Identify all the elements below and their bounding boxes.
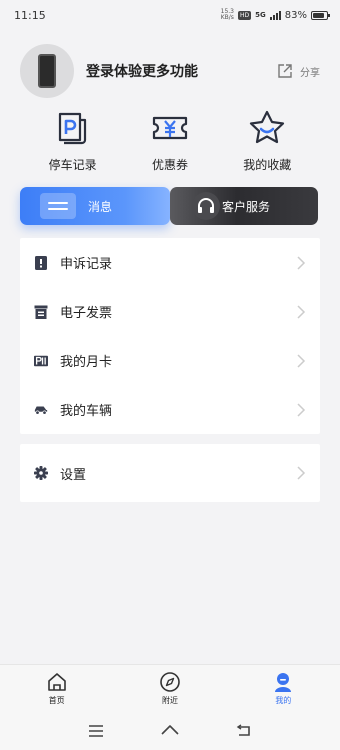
chevron-right-icon bbox=[297, 466, 306, 480]
network-speed: 15.3 KB/s bbox=[221, 9, 234, 21]
coupon-button[interactable]: 优惠券 bbox=[130, 108, 210, 173]
car-icon bbox=[34, 403, 48, 417]
status-time: 11:15 bbox=[14, 8, 46, 22]
menu-item-appeal[interactable]: 申诉记录 bbox=[20, 238, 320, 287]
coupon-icon bbox=[150, 108, 190, 148]
appeal-icon bbox=[34, 255, 48, 270]
battery-fill bbox=[313, 12, 324, 18]
customer-service-label: 客户服务 bbox=[222, 199, 271, 214]
back-icon[interactable] bbox=[235, 724, 253, 738]
headset-icon bbox=[192, 192, 220, 220]
home-button-icon[interactable] bbox=[160, 723, 180, 739]
primary-buttons: 消息 客户服务 bbox=[20, 187, 320, 227]
chevron-right-icon bbox=[297, 402, 306, 417]
nav-label: 首页 bbox=[48, 696, 65, 705]
nav-nearby[interactable]: 附近 bbox=[140, 671, 200, 706]
message-button[interactable]: 消息 bbox=[20, 187, 170, 225]
user-icon bbox=[275, 673, 292, 692]
menu-item-monthly-card[interactable]: 我的月卡 bbox=[20, 336, 320, 385]
quick-label: 优惠券 bbox=[151, 158, 188, 172]
status-indicators: 15.3 KB/s HD 5G 83% bbox=[221, 9, 330, 21]
invoice-icon bbox=[34, 305, 48, 319]
menu-item-invoice[interactable]: 电子发票 bbox=[20, 287, 320, 336]
share-button[interactable]: 分享 bbox=[276, 62, 320, 80]
parking-record-button[interactable]: 停车记录 bbox=[33, 108, 113, 173]
monthly-card-icon bbox=[34, 354, 48, 368]
menu-label: 电子发票 bbox=[60, 306, 113, 321]
phone-avatar-icon bbox=[38, 54, 56, 88]
menu-icon[interactable] bbox=[87, 724, 105, 738]
menu-item-vehicles[interactable]: 我的车辆 bbox=[20, 385, 320, 434]
status-bar: 11:15 15.3 KB/s HD 5G 83% bbox=[0, 0, 340, 30]
signal-icon bbox=[269, 10, 281, 20]
chevron-right-icon bbox=[297, 353, 306, 368]
quick-label: 停车记录 bbox=[48, 158, 97, 172]
share-label: 分享 bbox=[300, 67, 320, 79]
menu-list: 申诉记录 电子发票 我的月卡 我的车辆 bbox=[20, 238, 320, 434]
menu-label: 我的车辆 bbox=[60, 404, 113, 419]
battery-percent: 83% bbox=[284, 9, 307, 21]
message-icon bbox=[40, 193, 76, 219]
home-icon bbox=[47, 673, 66, 691]
parking-record-icon bbox=[53, 108, 93, 148]
nav-mine[interactable]: 我的 bbox=[253, 671, 313, 706]
system-nav-bar bbox=[0, 712, 340, 750]
gear-icon bbox=[34, 466, 48, 480]
menu-label: 申诉记录 bbox=[60, 257, 113, 272]
menu-label: 设置 bbox=[60, 467, 87, 483]
nav-home[interactable]: 首页 bbox=[27, 671, 87, 706]
star-favorite-icon bbox=[247, 108, 287, 148]
battery-icon bbox=[311, 10, 330, 20]
hd-badge-icon: HD bbox=[238, 10, 252, 20]
net-speed-unit: KB/s bbox=[220, 14, 234, 21]
settings-section: 设置 bbox=[20, 444, 320, 502]
login-prompt[interactable]: 登录体验更多功能 bbox=[86, 61, 276, 81]
menu-item-settings[interactable]: 设置 bbox=[20, 444, 320, 502]
network-type: 5G bbox=[255, 11, 266, 19]
compass-icon bbox=[160, 672, 180, 692]
quick-label: 我的收藏 bbox=[243, 158, 292, 172]
bottom-nav: 首页 附近 我的 bbox=[0, 664, 340, 712]
message-label: 消息 bbox=[88, 199, 113, 214]
profile-header: 登录体验更多功能 分享 bbox=[0, 40, 340, 102]
chevron-right-icon bbox=[297, 255, 306, 270]
nav-label: 附近 bbox=[161, 696, 178, 705]
nav-label: 我的 bbox=[275, 696, 292, 705]
menu-label: 我的月卡 bbox=[60, 355, 113, 370]
customer-service-button[interactable]: 客户服务 bbox=[170, 187, 318, 225]
chevron-right-icon bbox=[297, 304, 306, 319]
favorites-button[interactable]: 我的收藏 bbox=[227, 108, 307, 173]
avatar[interactable] bbox=[20, 44, 74, 98]
quick-actions: 停车记录 优惠券 我的收藏 bbox=[0, 108, 340, 173]
share-icon bbox=[278, 64, 292, 78]
